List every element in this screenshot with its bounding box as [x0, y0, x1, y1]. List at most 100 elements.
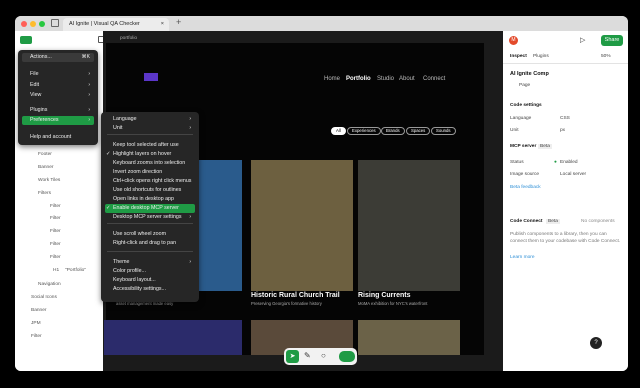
checkmark-icon: ✓ — [106, 151, 111, 157]
layer-item[interactable]: Banner — [38, 165, 53, 170]
pointer-icon[interactable]: ➤ — [286, 350, 299, 363]
layer-item[interactable]: Work Tiles — [38, 178, 60, 183]
share-button[interactable]: Share — [601, 35, 623, 46]
actions-menu-item[interactable]: Plugins › — [22, 106, 94, 115]
help-button[interactable]: ? — [590, 337, 602, 349]
dev-mode-toggle[interactable] — [339, 351, 355, 362]
unit-select[interactable]: px — [560, 128, 565, 133]
tile-image-4[interactable] — [104, 320, 242, 355]
close-dot[interactable] — [21, 20, 27, 27]
close-tab-icon[interactable]: × — [161, 18, 164, 31]
layer-item[interactable]: Filters — [38, 191, 51, 196]
menu-separator — [107, 223, 193, 224]
component-name: AI Ignite Comp — [510, 71, 549, 77]
preference-item[interactable]: Accessibility settings... — [105, 285, 195, 294]
present-icon[interactable]: ▷ — [580, 36, 585, 44]
tab-plugins[interactable]: Plugins — [533, 54, 549, 59]
chevron-right-icon: › — [189, 214, 191, 220]
preference-item[interactable]: Language › — [105, 115, 195, 124]
preference-item[interactable]: Theme › — [105, 258, 195, 267]
frame-label: portfolio — [120, 36, 138, 41]
filter-chip[interactable]: Spaces — [406, 127, 431, 135]
layer-item[interactable]: Footer — [38, 152, 52, 157]
tile-title: Rising Currents — [358, 292, 411, 299]
tab-title: AI Ignite | Visual QA Checker — [69, 21, 140, 27]
zoom-level[interactable]: 50% — [601, 54, 611, 59]
chevron-right-icon: › — [88, 107, 90, 113]
actions-menu-item[interactable]: Help and account — [22, 133, 94, 142]
preference-item[interactable]: Desktop MCP server settings › — [105, 213, 195, 222]
chevron-right-icon: › — [189, 116, 191, 122]
status-value: Enabled — [560, 160, 578, 165]
nav-link[interactable]: Connect — [423, 76, 445, 82]
preference-item[interactable]: Right-click and drag to pan — [105, 239, 195, 248]
new-tab-button[interactable]: + — [176, 17, 181, 27]
layer-item[interactable]: Filter — [50, 242, 61, 247]
actions-menu-item[interactable]: Edit › — [22, 81, 94, 90]
preference-item[interactable]: Use scroll wheel zoom — [105, 230, 195, 239]
preference-item[interactable]: Use old shortcuts for outlines — [105, 186, 195, 195]
layer-item[interactable]: Filter — [50, 229, 61, 234]
mcp-heading: MCP server — [510, 144, 537, 149]
chevron-right-icon: › — [189, 125, 191, 131]
code-settings-heading: Code settings — [510, 103, 542, 108]
actions-menu-item[interactable]: Preferences › — [22, 116, 94, 125]
learn-more-link[interactable]: Learn more — [510, 255, 535, 260]
layer-item[interactable]: Filter — [50, 204, 61, 209]
tile-title: Historic Rural Church Trail — [251, 292, 340, 299]
filter-chip[interactable]: Experiences — [347, 127, 381, 135]
language-select[interactable]: CSS — [560, 116, 570, 121]
layer-item[interactable]: Filter — [50, 255, 61, 260]
preference-item[interactable]: ✓ Highlight layers on hover — [105, 150, 195, 159]
preference-item[interactable]: Keyboard zooms into selection — [105, 159, 195, 168]
maximize-dot[interactable] — [39, 20, 45, 27]
layer-item[interactable]: Social Icons — [31, 295, 57, 300]
minimize-dot[interactable] — [30, 20, 36, 27]
layer-item[interactable]: Filter — [31, 334, 42, 339]
actions-menu-item[interactable]: File › — [22, 70, 94, 79]
layer-item[interactable]: H1 — [53, 268, 59, 273]
title-bar: AI Ignite | Visual QA Checker × + — [15, 16, 628, 31]
filter-chip[interactable]: All — [331, 127, 346, 135]
tile-image-6[interactable] — [358, 320, 460, 355]
layer-item[interactable]: Banner — [31, 308, 46, 313]
home-icon[interactable] — [51, 19, 59, 27]
preference-item[interactable]: Invert zoom direction — [105, 168, 195, 177]
pen-icon[interactable]: ✎ — [304, 351, 311, 360]
preference-item[interactable]: Keyboard layout... — [105, 276, 195, 285]
nav-link[interactable]: About — [399, 76, 415, 82]
tile-image-2[interactable] — [251, 160, 353, 291]
bottom-toolbar: ➤ ✎ ○ — [284, 348, 357, 365]
tile-subtitle: MoMA exhibition for NYC's waterfront — [358, 301, 428, 306]
code-connect-beta-badge: Beta — [546, 219, 560, 224]
tab-inspect[interactable]: Inspect — [510, 54, 527, 59]
actions-search[interactable]: Actions... ⌘K — [22, 53, 94, 62]
nav-link[interactable]: Home — [324, 76, 340, 82]
preference-item[interactable]: Color profile... — [105, 267, 195, 276]
beta-feedback-link[interactable]: Beta feedback — [510, 185, 541, 190]
comment-icon[interactable]: ○ — [321, 351, 326, 360]
preference-item[interactable]: Ctrl+click opens right click menus — [105, 177, 195, 186]
unit-label: Unit — [510, 128, 519, 133]
nav-link[interactable]: Studio — [377, 76, 394, 82]
image-source-select[interactable]: Local server — [560, 172, 586, 177]
layer-item[interactable]: Filter — [50, 216, 61, 221]
figma-menu-icon[interactable] — [20, 36, 32, 44]
filter-chip[interactable]: Brands — [381, 127, 405, 135]
avatar[interactable]: M — [509, 36, 518, 45]
page-label: Page — [519, 83, 531, 88]
preference-item[interactable]: Keep tool selected after use — [105, 141, 195, 150]
browser-tab[interactable]: AI Ignite | Visual QA Checker × — [63, 18, 169, 31]
no-components-label: No components — [581, 219, 615, 224]
site-nav: Home Portfolio Studio About Connect — [324, 76, 474, 86]
filter-chip[interactable]: Sounds — [431, 127, 456, 135]
nav-link[interactable]: Portfolio — [346, 76, 371, 82]
preference-item[interactable]: Open links in desktop app — [105, 195, 195, 204]
layer-item[interactable]: Navigation — [38, 282, 61, 287]
preference-item[interactable]: Unit › — [105, 124, 195, 133]
preference-item[interactable]: ✓ Enable desktop MCP server — [105, 204, 195, 213]
actions-menu-item[interactable]: View › — [22, 91, 94, 100]
layer-item[interactable]: JPM — [31, 321, 41, 326]
tile-image-3[interactable] — [358, 160, 460, 291]
layer-item[interactable]: "Portfolio" — [65, 268, 86, 273]
